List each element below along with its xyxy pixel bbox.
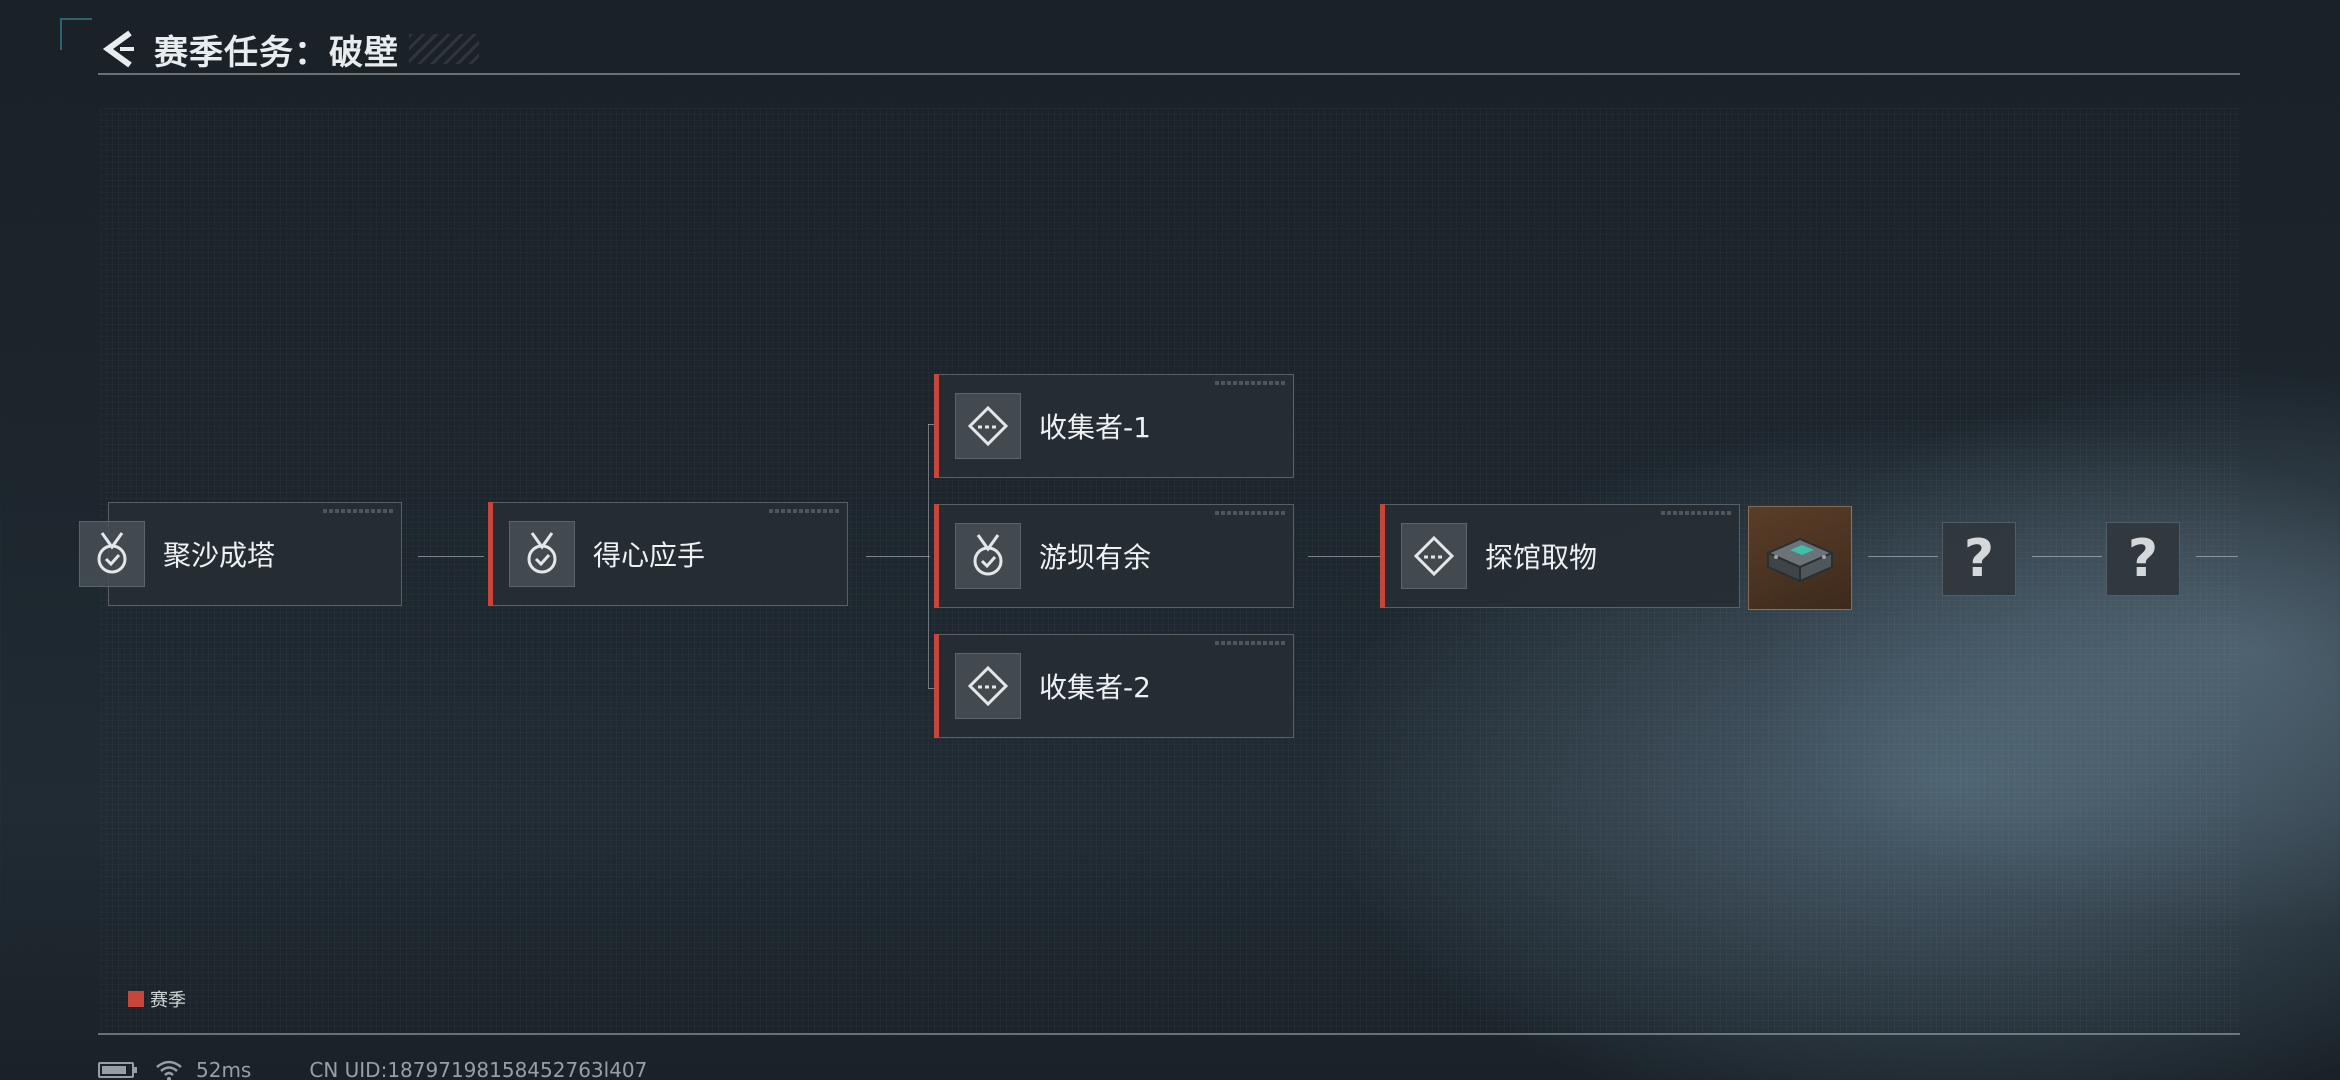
connector-line [2196,556,2238,557]
question-mark-icon: ? [2127,529,2159,589]
task-node-collector-1[interactable]: 收集者-1 [934,374,1294,478]
ghost-decoration [112,122,120,138]
task-node-jushachengta[interactable]: 聚沙成塔 [79,502,402,606]
task-label: 收集者-1 [1039,411,1151,444]
connector-line [2032,556,2102,557]
header-divider [98,73,2240,75]
task-node-tanguanquwu[interactable]: 探馆取物 [1380,504,1740,608]
legend-swatch [128,991,144,1007]
card-decoration [1215,641,1285,645]
task-label: 游坝有余 [1039,541,1152,574]
task-node-dexinyingshou[interactable]: 得心应手 [488,502,848,606]
task-label: 探馆取物 [1485,541,1598,574]
back-button[interactable] [98,27,142,71]
legend-label: 赛季 [150,990,186,1011]
diamond-tag-icon [1401,523,1467,589]
card-decoration [1661,511,1731,515]
task-label: 聚沙成塔 [163,539,276,572]
season-accent [488,502,493,606]
season-accent [934,504,939,608]
battery-icon [98,1062,137,1078]
medal-check-icon [509,521,575,587]
wifi-icon [156,1060,182,1080]
medal-check-icon [79,521,145,587]
reward-item[interactable] [1748,506,1852,610]
back-arrow-icon [102,30,134,68]
supply-case-icon [1765,537,1835,583]
locked-task-node[interactable]: ? [1942,522,2016,596]
medal-check-icon [955,523,1021,589]
connector-line [418,556,484,557]
corner-decoration [60,18,92,50]
connector-line [1868,556,1938,557]
task-label: 收集者-2 [1039,671,1151,704]
page-title: 赛季任务：破壁 [154,32,399,73]
task-node-collector-2[interactable]: 收集者-2 [934,634,1294,738]
locked-task-node[interactable]: ? [2106,522,2180,596]
task-label: 得心应手 [593,539,706,572]
connector-line [866,556,930,557]
page-header: 赛季任务：破壁 [98,24,479,74]
diamond-tag-icon [955,653,1021,719]
legend: 赛季 [128,986,186,1012]
ping-value: 52ms [196,1058,252,1080]
question-mark-icon: ? [1963,529,1995,589]
season-accent [934,374,939,478]
footer-divider [98,1033,2240,1035]
card-decoration [323,509,393,513]
card-decoration [1215,381,1285,385]
uid-text: CN UID:18797198158452763l407 [309,1058,648,1080]
connector-line [1308,556,1380,557]
diamond-tag-icon [955,393,1021,459]
title-decoration [409,34,479,64]
branch-line [928,424,929,688]
season-accent [1380,504,1385,608]
card-decoration [769,509,839,513]
task-node-youbayouyu[interactable]: 游坝有余 [934,504,1294,608]
status-bar: 52ms CN UID:18797198158452763l407 [98,1058,647,1080]
card-decoration [1215,511,1285,515]
season-accent [934,634,939,738]
